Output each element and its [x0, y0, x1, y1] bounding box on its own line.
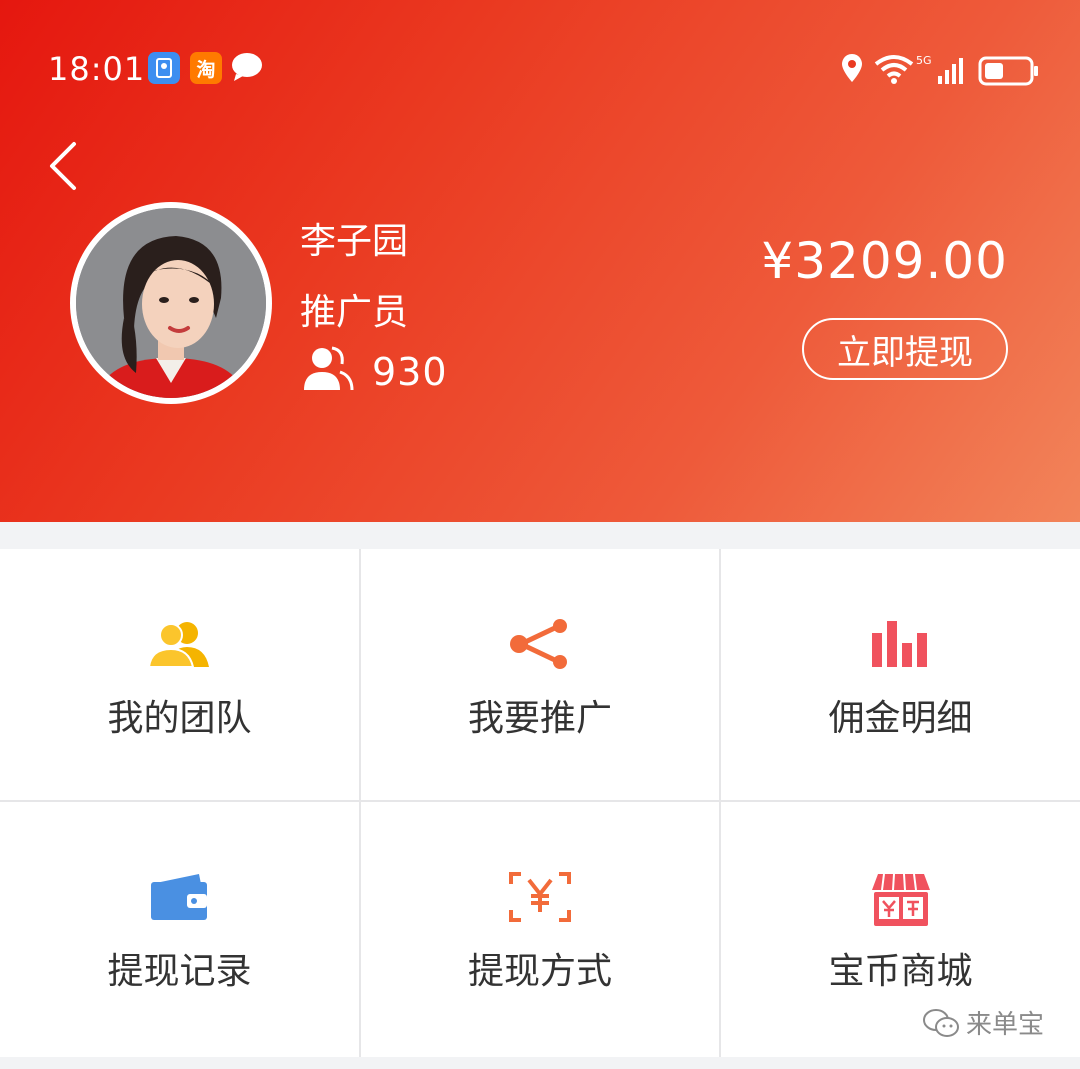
taobao-app-icon: 淘 [190, 52, 222, 84]
wechat-icon [922, 1008, 959, 1037]
profile-header: 18:01 淘 5G 李子园 推广员 930 ¥3209.00 立即提现 [0, 0, 1080, 522]
menu-item-withdraw-methods[interactable]: 提现方式 [361, 802, 719, 1057]
menu-label: 佣金明细 [828, 698, 973, 739]
notification-app-icon [148, 52, 180, 84]
user-name: 李子园 [300, 221, 409, 262]
share-icon [510, 619, 567, 669]
bar-chart-icon [871, 621, 927, 667]
wallet-icon [150, 874, 207, 920]
menu-label: 提现方式 [467, 951, 612, 992]
menu-label: 我要推广 [467, 698, 612, 739]
store-icon [871, 873, 930, 926]
function-grid: 我的团队 我要推广 佣金明细 提现记录 提现方式 宝币商城 [0, 549, 1080, 1057]
back-button[interactable] [46, 140, 86, 192]
system-status-icons: 5G [840, 50, 1040, 90]
signal-battery-icon: 5G [842, 54, 1038, 86]
message-app-icon [230, 52, 264, 86]
avatar[interactable] [70, 202, 272, 404]
menu-item-promote[interactable]: 我要推广 [361, 549, 719, 800]
avatar-photo [76, 208, 266, 398]
chevron-left-icon [50, 142, 76, 190]
team-icon [148, 622, 209, 668]
team-members-icon [304, 346, 354, 391]
status-time: 18:01 [48, 50, 146, 88]
user-role: 推广员 [300, 292, 409, 333]
withdraw-now-button[interactable]: 立即提现 [802, 318, 1008, 380]
team-count: 930 [372, 350, 448, 394]
commission-balance: ¥3209.00 [761, 232, 1008, 290]
watermark-text: 来单宝 [965, 1010, 1044, 1040]
network-type: 5G [916, 54, 932, 67]
yuan-scan-icon [509, 872, 571, 922]
menu-label: 宝币商城 [828, 951, 973, 992]
menu-label: 我的团队 [107, 698, 252, 739]
menu-item-commission-details[interactable]: 佣金明细 [721, 549, 1080, 800]
menu-item-withdraw-records[interactable]: 提现记录 [0, 802, 359, 1057]
status-bar: 18:01 淘 5G [48, 46, 1040, 92]
menu-item-my-team[interactable]: 我的团队 [0, 549, 359, 800]
menu-label: 提现记录 [107, 951, 252, 992]
watermark: 来单宝 [922, 1004, 1044, 1041]
